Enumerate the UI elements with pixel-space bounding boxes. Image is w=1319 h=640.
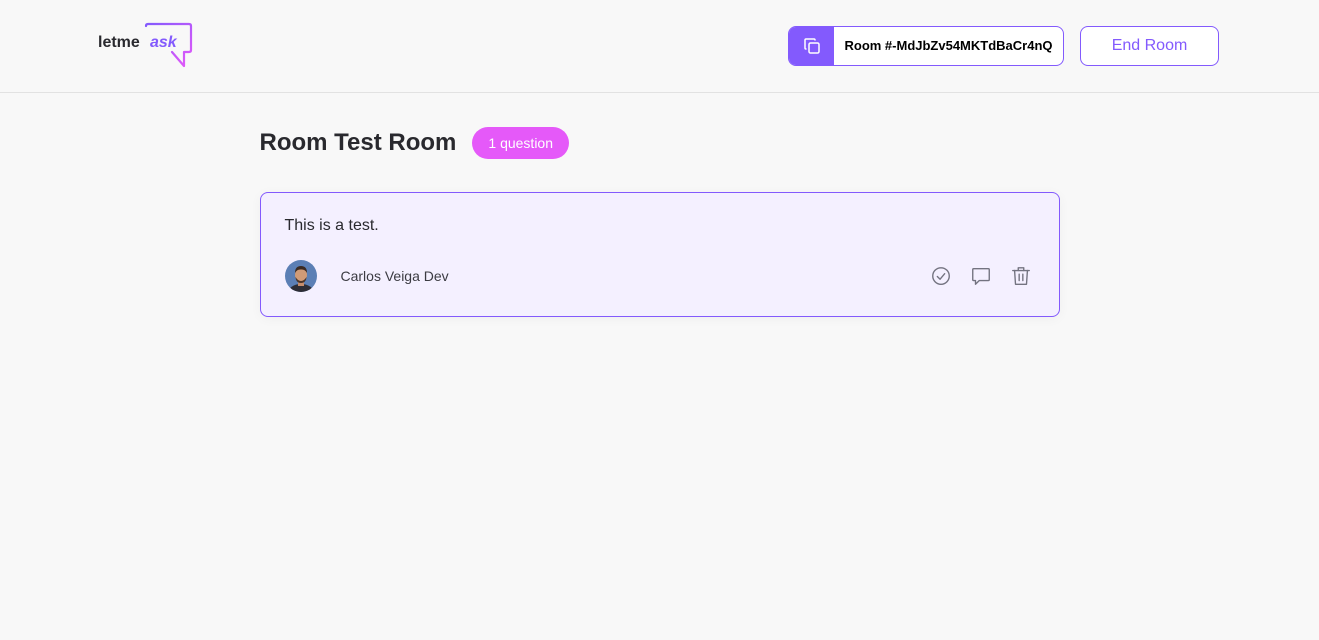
check-icon[interactable] [929,264,953,288]
author-name: Carlos Veiga Dev [340,268,449,284]
room-code-label: Room #-MdJbZv54MKTdBaCr4nQ [844,38,1053,53]
letmeask-logo[interactable]: letme ask [98,22,194,70]
room-code-button[interactable]: Room #-MdJbZv54MKTdBaCr4nQ [788,26,1064,66]
header: letme ask Room #-MdJbZv54MKTdBaCr4nQ End… [0,0,1319,93]
question-actions [929,264,1033,288]
question-content: This is a test. [284,217,379,234]
comment-icon[interactable] [969,264,993,288]
svg-text:ask: ask [150,34,178,51]
question-count-badge: 1 question [472,127,569,159]
trash-icon[interactable] [1009,264,1033,288]
svg-text:letme: letme [98,34,140,51]
avatar [284,260,317,292]
copy-icon [789,27,834,65]
question-footer: Carlos Veiga Dev [284,260,1035,292]
room-title-row: Room Test Room 1 question [259,127,569,159]
end-room-button[interactable]: End Room [1080,26,1219,66]
question-card: This is a test. Carlos Veiga Dev [259,192,1060,317]
user-info: Carlos Veiga Dev [284,260,449,292]
page-title: Room Test Room [259,129,457,156]
